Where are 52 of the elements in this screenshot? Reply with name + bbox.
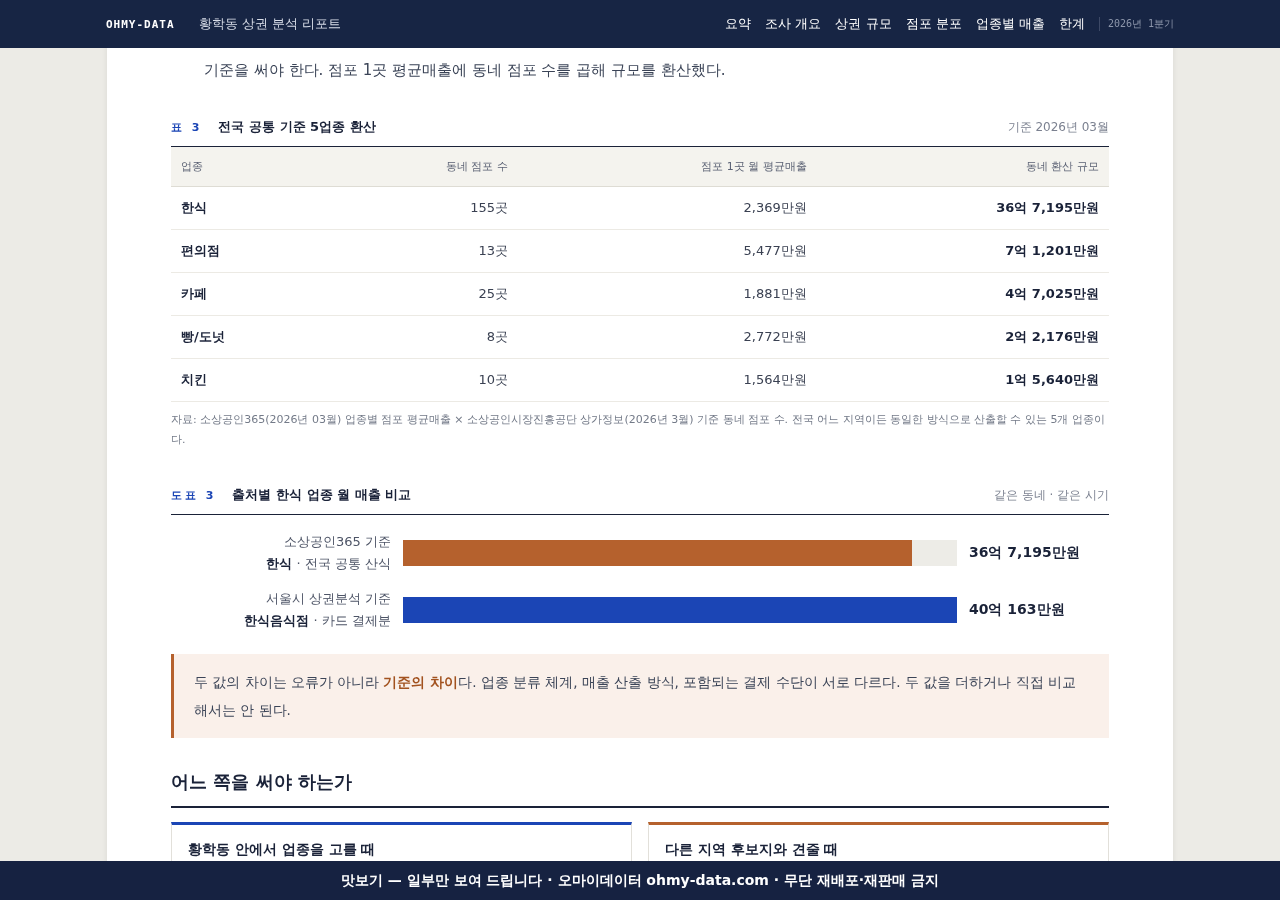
column-header: 동네 점포 수	[322, 147, 518, 187]
table-cell: 10곳	[322, 358, 518, 402]
nav-link[interactable]: 조사 개요	[765, 15, 822, 33]
table-cell: 1,564만원	[517, 358, 817, 402]
table-cell: 빵/도넛	[171, 315, 323, 359]
column-header: 점포 1곳 월 평균매출	[517, 147, 817, 187]
table-cell: 편의점	[171, 229, 323, 273]
card-title: 다른 지역 후보지와 견줄 때	[665, 841, 840, 859]
source-note: 자료: 소상공인365(2026년 03월) 업종별 점포 평균매출 × 소상공인시장진흥공단 상가정보(2026년 3월) 기준 동네 점포 수. 전국 어느 지역이든 동일한 방식으로 산출할 수 있는 5개 업종이다.	[171, 412, 1106, 448]
table-cell: 7억 1,201만원	[816, 229, 1109, 273]
table-number: 표 3	[171, 120, 203, 135]
table-cell: 2,772만원	[517, 315, 817, 359]
table-cell: 2,369만원	[517, 186, 817, 230]
bar-source-label: 서울시 상권분석 기준	[265, 590, 391, 608]
nav-link[interactable]: 업종별 매출	[975, 15, 1045, 33]
nav-link[interactable]: 요약	[725, 15, 752, 33]
table-cell: 1,881만원	[517, 272, 817, 316]
table-cell: 카페	[171, 272, 323, 316]
table-cell: 2억 2,176만원	[816, 315, 1109, 359]
nav-link[interactable]: 점포 분포	[905, 15, 962, 33]
table-cell: 8곳	[322, 315, 518, 359]
section-heading: 어느 쪽을 써야 하는가	[171, 770, 1109, 808]
callout-note: 두 값의 차이는 오류가 아니라 기준의 차이다. 업종 분류 체계, 매출 산출 방식, 포함되는 결제 수단이 서로 다르다. 두 값을 더하거나 직접 비교해서는 안 된다.	[171, 654, 1109, 738]
preview-banner: 맛보기 — 일부만 보여 드립니다 · 오마이데이터 ohmy-data.com · 무단 재배포·재판매 금지	[0, 861, 1280, 900]
report-title: 황학동 상권 분석 리포트	[198, 15, 341, 33]
nav-link[interactable]: 한계	[1058, 15, 1085, 33]
table-cell: 한식	[171, 186, 323, 230]
table-cell: 13곳	[322, 229, 518, 273]
table-cell: 치킨	[171, 358, 323, 402]
bar-category-label: 한식음식점 · 카드 결제분	[244, 612, 391, 630]
logo[interactable]: OHMY-DATA	[106, 17, 175, 31]
figure-number: 도표 3	[171, 488, 217, 503]
table-cell: 25곳	[322, 272, 518, 316]
bar-category-label: 한식 · 전국 공통 산식	[266, 555, 391, 573]
bar-source-label: 소상공인365 기준	[284, 533, 391, 551]
figure-title: 출처별 한식 업종 월 매출 비교	[232, 486, 412, 504]
table-title: 전국 공통 기준 5업종 환산	[218, 118, 376, 136]
column-header: 업종	[171, 147, 323, 187]
column-header: 동네 환산 규모	[816, 147, 1109, 187]
period-label: 2026년 1분기	[1098, 17, 1174, 31]
table-cell: 1억 5,640만원	[816, 358, 1109, 402]
nav-link[interactable]: 상권 규모	[835, 15, 892, 33]
table-cell: 36억 7,195만원	[816, 186, 1109, 230]
bar-value: 40억 163만원	[969, 601, 1065, 619]
table-cell: 4억 7,025만원	[816, 272, 1109, 316]
figure-note: 같은 동네 · 같은 시기	[993, 487, 1109, 504]
table-cell: 155곳	[322, 186, 518, 230]
paragraph: 기준을 써야 한다. 점포 1곳 평균매출에 동네 점포 수를 곱해 규모를 환산했다.	[204, 60, 727, 81]
bar-value: 36억 7,195만원	[969, 544, 1080, 562]
table-cell: 5,477만원	[517, 229, 817, 273]
card-title: 황학동 안에서 업종을 고를 때	[188, 841, 377, 859]
table-note: 기준 2026년 03월	[1007, 119, 1109, 136]
